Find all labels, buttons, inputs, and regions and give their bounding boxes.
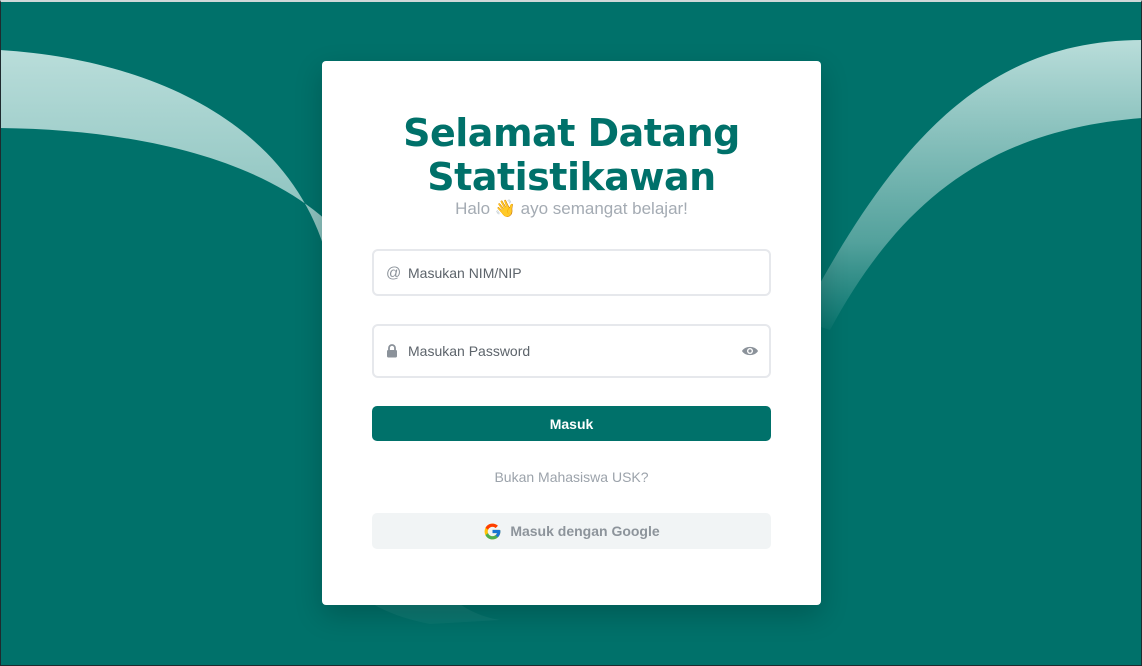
- login-page: Selamat Datang Statistikawan Halo 👋 ayo …: [0, 0, 1142, 666]
- eye-icon[interactable]: [741, 345, 759, 357]
- login-button[interactable]: Masuk: [372, 406, 771, 441]
- google-button-label: Masuk dengan Google: [510, 523, 660, 539]
- google-login-button[interactable]: Masuk dengan Google: [372, 513, 771, 549]
- password-field[interactable]: [372, 324, 771, 378]
- nim-field[interactable]: @: [372, 249, 771, 296]
- lock-icon: [386, 344, 398, 358]
- subtitle: Halo 👋 ayo semangat belajar!: [455, 199, 688, 218]
- not-student-link[interactable]: Bukan Mahasiswa USK?: [322, 468, 821, 486]
- page-title: Selamat Datang Statistikawan: [322, 111, 821, 199]
- title-line-1: Selamat Datang: [403, 111, 740, 155]
- google-icon: [483, 522, 502, 541]
- title-line-2: Statistikawan: [427, 155, 716, 199]
- nim-input[interactable]: [408, 251, 728, 294]
- at-icon: @: [386, 264, 402, 281]
- password-input[interactable]: [408, 326, 728, 376]
- login-card: Selamat Datang Statistikawan Halo 👋 ayo …: [322, 61, 821, 605]
